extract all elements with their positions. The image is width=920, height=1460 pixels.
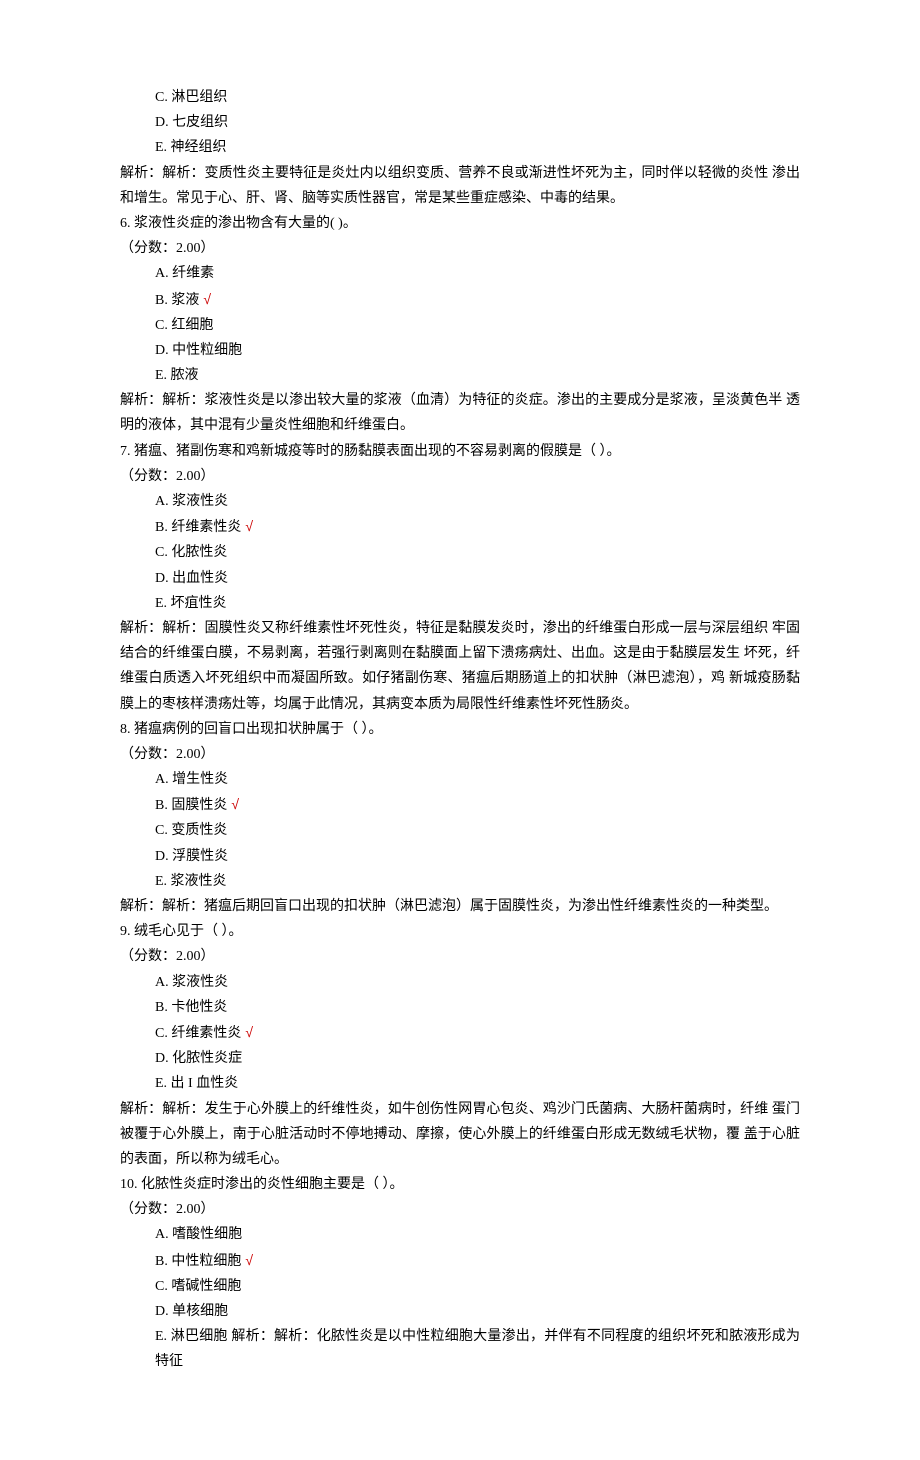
- option-e: E. 神经组织: [120, 135, 800, 160]
- option-e: E. 脓液: [120, 363, 800, 388]
- option-b: B. 浆液 √: [120, 287, 800, 313]
- option-d: D. 化脓性炎症: [120, 1046, 800, 1071]
- score-line: （分数：2.00）: [120, 944, 800, 969]
- option-c: C. 淋巴组织: [120, 85, 800, 110]
- option-a: A. 纤维素: [120, 261, 800, 286]
- option-c: C. 化脓性炎: [120, 540, 800, 565]
- option-b: B. 中性粒细胞 √: [120, 1248, 800, 1274]
- option-a: A. 嗜酸性细胞: [120, 1222, 800, 1247]
- check-icon: √: [245, 1024, 253, 1040]
- option-label: B. 中性粒细胞: [155, 1254, 241, 1269]
- check-icon: √: [203, 291, 211, 307]
- option-e: E. 坏疽性炎: [120, 591, 800, 616]
- option-label: B. 固膜性炎: [155, 798, 227, 813]
- option-c: C. 嗜碱性细胞: [120, 1274, 800, 1299]
- option-label: B. 浆液: [155, 293, 199, 308]
- explanation-text: 解析：解析：变质性炎主要特征是炎灶内以组织变质、营养不良或渐进性坏死为主，同时伴…: [120, 161, 800, 211]
- question-stem: 8. 猪瘟病例的回盲口出现扣状肿属于（ ）。: [120, 717, 800, 742]
- option-e: E. 淋巴细胞 解析：解析：化脓性炎是以中性粒细胞大量渗出，并伴有不同程度的组织…: [120, 1324, 800, 1374]
- explanation-text: 解析：解析：固膜性炎又称纤维素性坏死性炎，特征是黏膜发炎时，渗出的纤维蛋白形成一…: [120, 616, 800, 717]
- option-b: B. 固膜性炎 √: [120, 792, 800, 818]
- option-b: B. 卡他性炎: [120, 995, 800, 1020]
- option-a: A. 增生性炎: [120, 767, 800, 792]
- option-a: A. 浆液性炎: [120, 970, 800, 995]
- option-d: D. 出血性炎: [120, 566, 800, 591]
- explanation-text: 解析：解析：浆液性炎是以渗出较大量的浆液（血清）为特征的炎症。渗出的主要成分是浆…: [120, 388, 800, 438]
- question-stem: 7. 猪瘟、猪副伤寒和鸡新城疫等时的肠黏膜表面出现的不容易剥离的假膜是（ ）。: [120, 439, 800, 464]
- option-a: A. 浆液性炎: [120, 489, 800, 514]
- score-line: （分数：2.00）: [120, 1197, 800, 1222]
- option-b: B. 纤维素性炎 √: [120, 514, 800, 540]
- option-label: B. 纤维素性炎: [155, 520, 241, 535]
- option-d: D. 中性粒细胞: [120, 338, 800, 363]
- option-c: C. 纤维素性炎 √: [120, 1020, 800, 1046]
- option-label: C. 纤维素性炎: [155, 1026, 241, 1041]
- explanation-text: 解析：解析：猪瘟后期回盲口出现的扣状肿（淋巴滤泡）属于固膜性炎，为渗出性纤维素性…: [120, 894, 800, 919]
- explanation-text: 解析：解析：发生于心外膜上的纤维性炎，如牛创伤性网胃心包炎、鸡沙门氏菌病、大肠杆…: [120, 1097, 800, 1173]
- option-d: D. 单核细胞: [120, 1299, 800, 1324]
- score-line: （分数：2.00）: [120, 742, 800, 767]
- option-c: C. 红细胞: [120, 313, 800, 338]
- option-c: C. 变质性炎: [120, 818, 800, 843]
- option-d: D. 七皮组织: [120, 110, 800, 135]
- score-line: （分数：2.00）: [120, 236, 800, 261]
- question-stem: 10. 化脓性炎症时渗出的炎性细胞主要是（ ）。: [120, 1172, 800, 1197]
- check-icon: √: [245, 1252, 253, 1268]
- check-icon: √: [231, 796, 239, 812]
- option-d: D. 浮膜性炎: [120, 844, 800, 869]
- option-e: E. 浆液性炎: [120, 869, 800, 894]
- score-line: （分数：2.00）: [120, 464, 800, 489]
- check-icon: √: [245, 518, 253, 534]
- question-stem: 6. 浆液性炎症的渗出物含有大量的( )。: [120, 211, 800, 236]
- option-e: E. 出 I 血性炎: [120, 1071, 800, 1096]
- question-stem: 9. 绒毛心见于（ ）。: [120, 919, 800, 944]
